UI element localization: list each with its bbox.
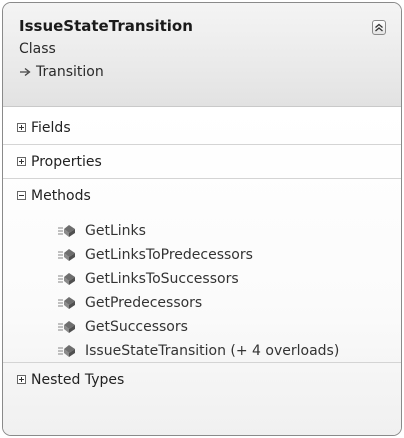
method-icon — [58, 225, 75, 237]
method-icon — [58, 249, 75, 261]
compartment-properties[interactable]: Properties — [3, 145, 401, 179]
method-icon — [58, 273, 75, 285]
base-type-label: Transition — [36, 64, 104, 80]
method-item[interactable]: GetLinksToSuccessors — [58, 269, 239, 289]
properties-label: Properties — [31, 154, 102, 170]
method-item[interactable]: IssueStateTransition (+ 4 overloads) — [58, 341, 339, 361]
method-label: GetLinksToSuccessors — [85, 271, 239, 287]
method-item[interactable]: GetLinksToPredecessors — [58, 245, 253, 265]
class-name: IssueStateTransition — [19, 17, 193, 35]
collapse-methods-toggle[interactable] — [17, 191, 26, 200]
class-kind: Class — [19, 41, 56, 57]
nested-types-label: Nested Types — [31, 372, 125, 388]
method-icon — [58, 345, 75, 357]
minus-icon — [19, 195, 24, 196]
plus-icon-v — [21, 159, 22, 164]
method-item[interactable]: GetSuccessors — [58, 317, 188, 337]
base-type[interactable]: Transition — [19, 64, 104, 80]
compartment-fields[interactable]: Fields — [3, 111, 401, 145]
method-label: GetSuccessors — [85, 319, 188, 335]
method-item[interactable]: GetLinks — [58, 221, 146, 241]
method-label: GetLinks — [85, 223, 146, 239]
plus-icon-v — [21, 377, 22, 382]
expand-fields-toggle[interactable] — [17, 123, 26, 132]
expand-properties-toggle[interactable] — [17, 157, 26, 166]
method-item[interactable]: GetPredecessors — [58, 293, 202, 313]
class-shape[interactable]: IssueStateTransition Class Transition Fi… — [2, 2, 402, 436]
method-icon — [58, 321, 75, 333]
method-label: IssueStateTransition (+ 4 overloads) — [85, 343, 340, 359]
method-icon — [58, 297, 75, 309]
fields-label: Fields — [31, 120, 71, 136]
collapse-shape-button[interactable] — [372, 20, 386, 35]
methods-label: Methods — [31, 188, 91, 204]
expand-nested-types-toggle[interactable] — [17, 375, 26, 384]
double-chevron-up-icon — [375, 23, 383, 32]
compartment-nested-types[interactable]: Nested Types — [3, 363, 401, 397]
method-label: GetPredecessors — [85, 295, 203, 311]
compartments: Fields Properties Methods GetLinks GetLi… — [3, 107, 401, 435]
compartment-methods[interactable]: Methods GetLinks GetLinksToPredecessors … — [3, 179, 401, 363]
plus-icon-v — [21, 125, 22, 130]
class-header[interactable]: IssueStateTransition Class Transition — [3, 3, 401, 106]
method-label: GetLinksToPredecessors — [85, 247, 253, 263]
arrow-right-icon — [20, 67, 31, 77]
